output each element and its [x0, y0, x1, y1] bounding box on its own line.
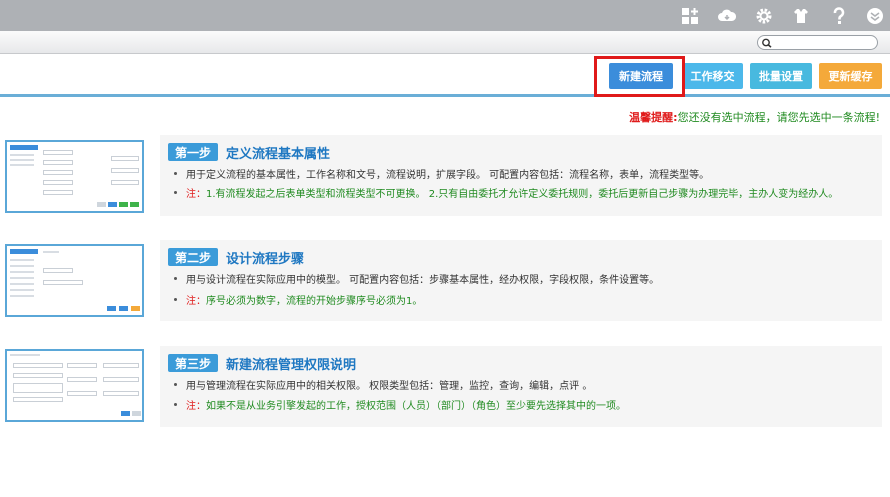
search-icon — [762, 38, 772, 48]
update-cache-button[interactable]: 更新缓存 — [819, 63, 882, 89]
step2-description: 用与设计流程在实际应用中的模型。 可配置内容包括：步骤基本属性，经办权限，字段权… — [174, 271, 659, 286]
search-input[interactable] — [757, 35, 878, 50]
cloud-icon[interactable] — [717, 6, 737, 26]
step2-note: 注： 序号必须为数字，流程的开始步骤序号必须为1。 — [174, 292, 422, 307]
step2-badge: 第二步 — [168, 248, 219, 266]
step3-badge: 第三步 — [168, 354, 219, 372]
action-toolbar: 新建流程 工作移交 批量设置 更新缓存 — [0, 55, 890, 97]
warning-message: 温馨提醒:您还没有选中流程，请您先选中一条流程! — [629, 109, 880, 125]
step1-thumbnail — [5, 140, 144, 213]
shirt-icon[interactable] — [791, 6, 811, 26]
step2-card: 第二步 设计流程步骤 用与设计流程在实际应用中的模型。 可配置内容包括：步骤基本… — [160, 240, 882, 321]
new-flow-button[interactable]: 新建流程 — [609, 63, 673, 89]
step2-title: 设计流程步骤 — [226, 251, 305, 267]
step1-note: 注： 1.有流程发起之后表单类型和流程类型不可更换。 2.只有自由委托才允许定义委… — [174, 185, 838, 200]
batch-settings-button[interactable]: 批量设置 — [750, 63, 812, 89]
top-header-bar — [0, 0, 890, 31]
warning-text: 您还没有选中流程，请您先选中一条流程! — [677, 111, 880, 124]
move-work-button[interactable]: 工作移交 — [682, 63, 743, 89]
warning-label: 温馨提醒: — [629, 111, 678, 124]
step1-badge: 第一步 — [168, 143, 219, 161]
search-strip — [0, 31, 890, 54]
step1-card: 第一步 定义流程基本属性 用于定义流程的基本属性，工作名称和文号，流程说明，扩展… — [160, 135, 882, 216]
chevron-down-circle-icon[interactable] — [865, 6, 885, 26]
step2-thumbnail — [5, 244, 144, 317]
step1-title: 定义流程基本属性 — [226, 146, 331, 162]
step3-title: 新建流程管理权限说明 — [226, 357, 357, 373]
gear-icon[interactable] — [754, 6, 774, 26]
step3-description: 用与管理流程在实际应用中的相关权限。 权限类型包括：管理，监控，查询，编辑，点评… — [174, 377, 592, 392]
step3-note: 注： 如果不是从业务引擎发起的工作，授权范围（人员）（部门）（角色）至少要先选择其… — [174, 397, 626, 412]
help-icon[interactable] — [829, 6, 849, 26]
step3-thumbnail — [5, 349, 144, 422]
grid-plus-icon[interactable] — [680, 6, 700, 26]
step3-card: 第三步 新建流程管理权限说明 用与管理流程在实际应用中的相关权限。 权限类型包括… — [160, 346, 882, 427]
step1-description: 用于定义流程的基本属性，工作名称和文号，流程说明，扩展字段。 可配置内容包括：流… — [174, 166, 709, 181]
